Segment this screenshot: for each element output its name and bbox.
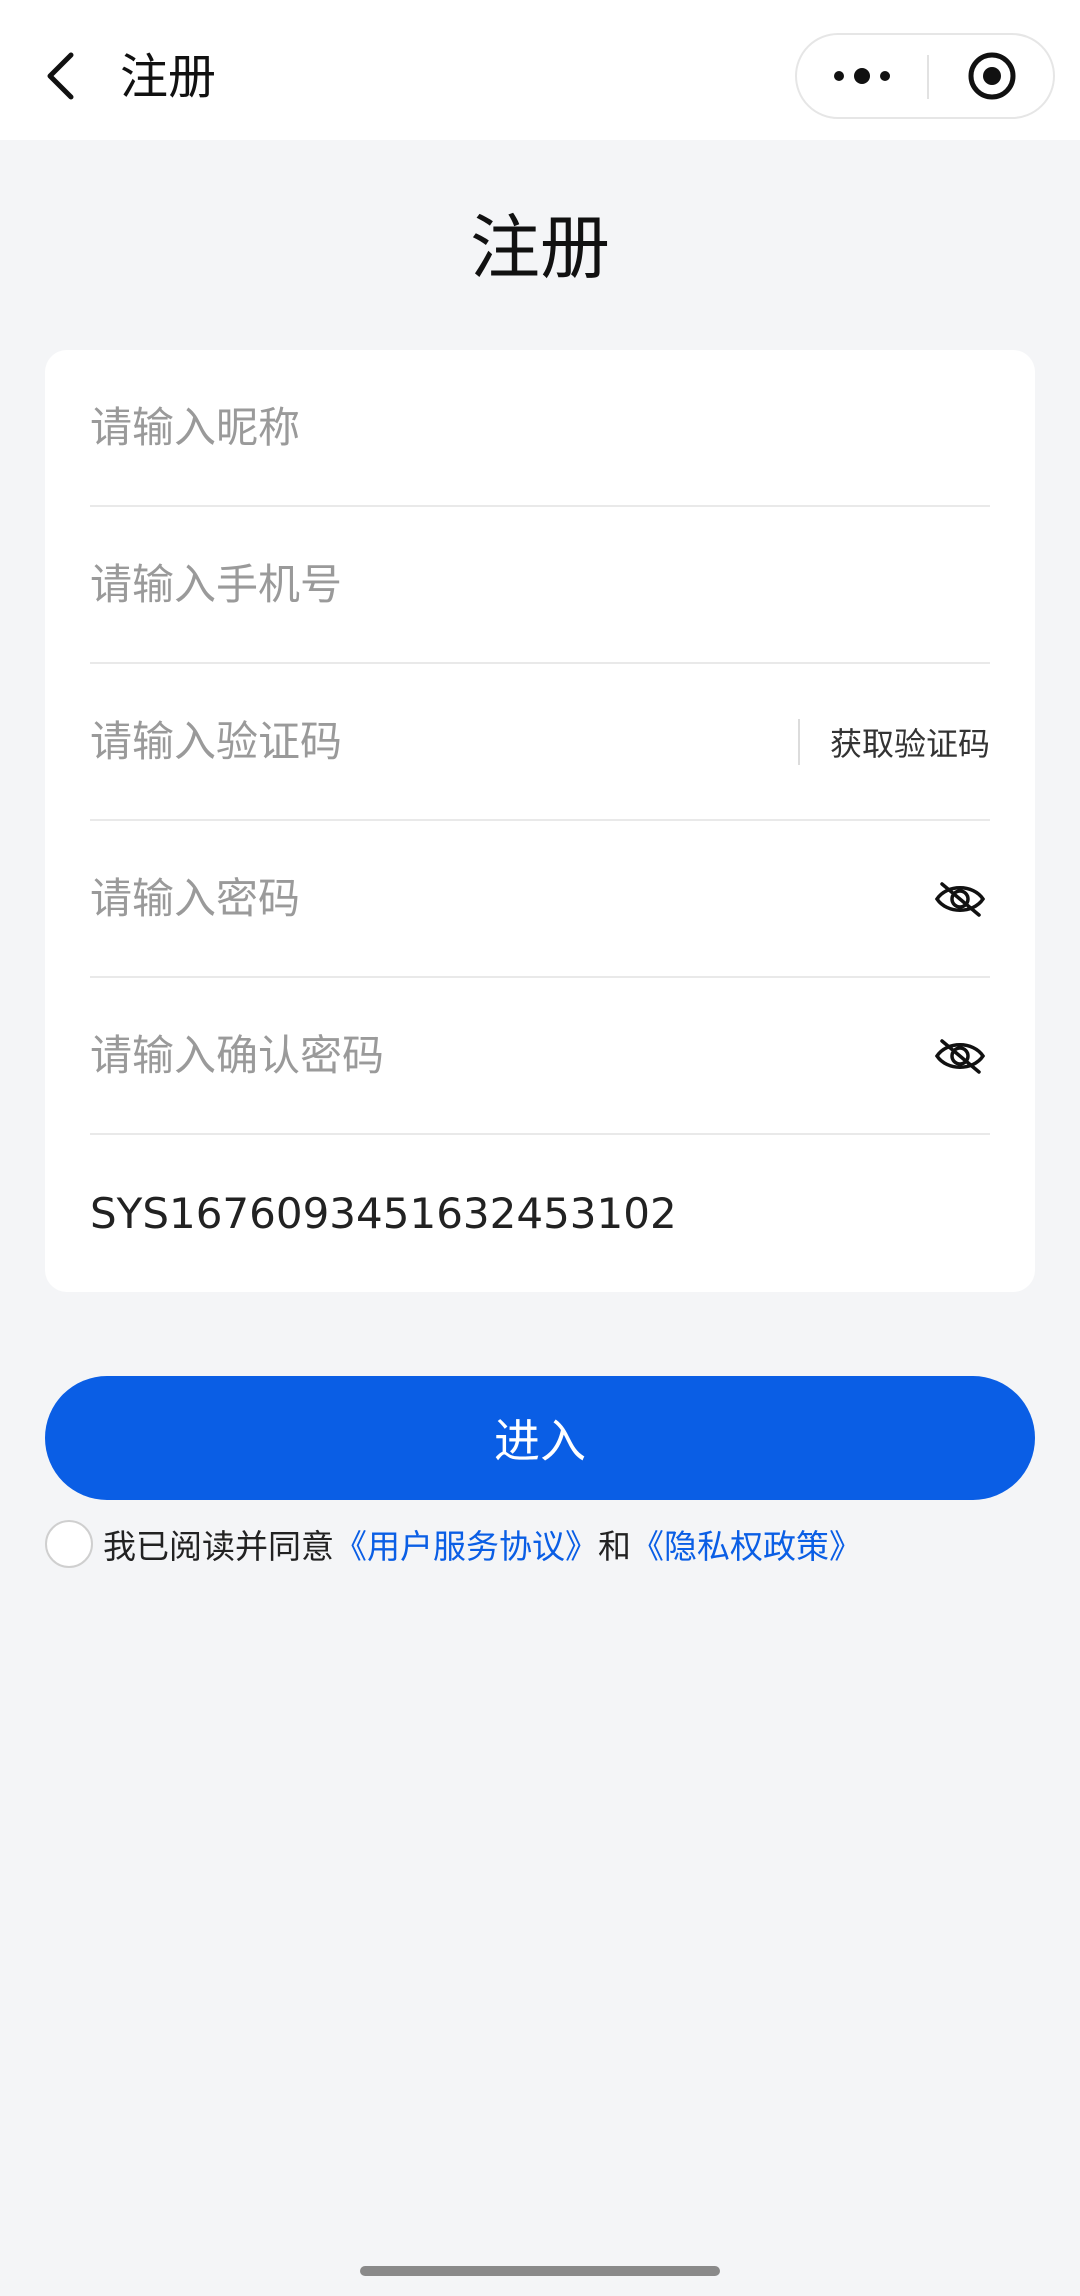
verification-code-input[interactable] — [90, 701, 798, 782]
invite-code-row: SYS1676093451632453102 — [90, 1135, 990, 1292]
submit-button[interactable]: 进入 — [45, 1376, 1035, 1500]
registration-form: 获取验证码 SYS1676093451632453102 — [45, 350, 1035, 1292]
agreement-row: 我已阅读并同意 《用户服务协议》 和 《隐私权政策》 — [45, 1518, 862, 1570]
agreement-checkbox[interactable] — [45, 1520, 93, 1568]
nickname-row — [90, 350, 990, 507]
more-button[interactable] — [797, 35, 927, 117]
password-input[interactable] — [90, 858, 933, 939]
agreement-prefix: 我已阅读并同意 — [103, 1527, 334, 1566]
home-indicator — [360, 2266, 720, 2276]
nickname-input[interactable] — [90, 387, 990, 468]
privacy-policy-link[interactable]: 《隐私权政策》 — [631, 1520, 862, 1568]
close-mini-program-button[interactable] — [929, 35, 1055, 117]
agreement-and: 和 — [598, 1527, 631, 1566]
get-code-button[interactable]: 获取验证码 — [830, 719, 990, 765]
password-row — [90, 821, 990, 978]
confirm-password-input[interactable] — [90, 1015, 933, 1096]
target-close-icon — [968, 52, 1016, 100]
invite-code-value: SYS1676093451632453102 — [90, 1189, 677, 1238]
back-button[interactable] — [38, 48, 82, 104]
confirm-password-row — [90, 978, 990, 1135]
chevron-left-icon — [47, 52, 74, 100]
navigation-bar: 注册 — [0, 0, 1080, 140]
nav-title: 注册 — [120, 49, 217, 105]
user-agreement-link[interactable]: 《用户服务协议》 — [334, 1520, 598, 1568]
more-dots-icon — [834, 68, 890, 84]
phone-input[interactable] — [90, 544, 990, 625]
code-separator — [797, 718, 800, 765]
mini-program-capsule — [795, 33, 1055, 119]
eye-off-icon[interactable] — [933, 879, 987, 919]
eye-off-icon[interactable] — [933, 1036, 987, 1076]
page-title: 注册 — [470, 207, 610, 289]
verification-code-row: 获取验证码 — [90, 664, 990, 821]
phone-row — [90, 507, 990, 664]
